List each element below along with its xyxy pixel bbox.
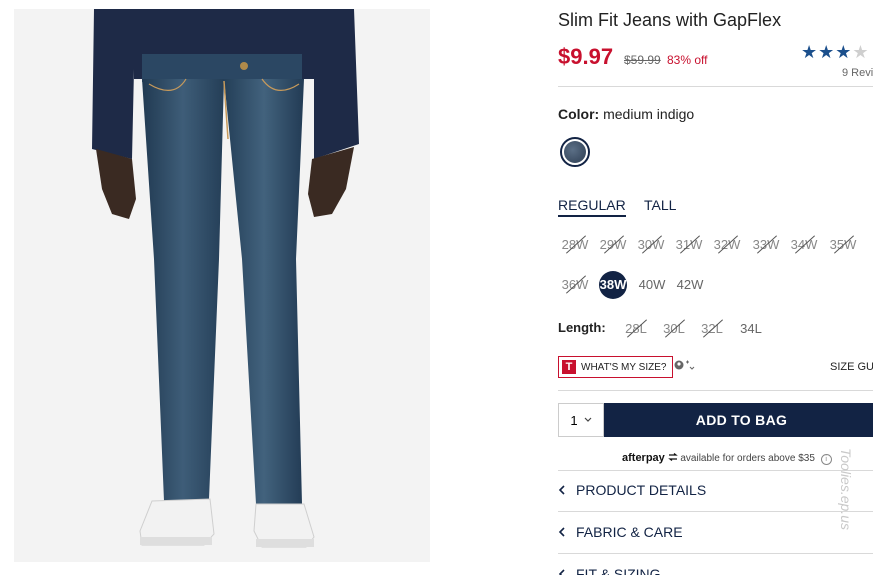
waist-size-option[interactable]: 32W [712,232,742,258]
accordion-label: FABRIC & CARE [576,524,683,540]
waist-size-option[interactable]: 30W [636,232,666,258]
chevron-down-icon [584,415,592,425]
waist-size-option[interactable]: 40W [637,272,667,298]
divider [558,390,873,391]
product-info-panel: Slim Fit Jeans with GapFlex $9.97 $59.99… [558,0,873,575]
product-title: Slim Fit Jeans with GapFlex [558,10,782,30]
length-option[interactable]: 32L [697,316,727,342]
accordion-label: FIT & SIZING [576,566,661,575]
divider [558,511,873,512]
accordion-label: PRODUCT DETAILS [576,482,707,498]
divider [558,470,873,471]
fit-tab-regular[interactable]: REGULAR [558,197,626,217]
size-guide-link[interactable]: SIZE GU [830,361,873,373]
afterpay-arrows-icon [667,453,678,461]
whats-my-size-button[interactable]: T WHAT'S MY SIZE? [558,356,674,378]
add-to-bag-button[interactable]: ADD TO BAG [604,403,873,437]
info-icon[interactable]: i [820,454,832,465]
waist-size-option[interactable]: 29W [598,232,628,258]
product-image [14,9,430,562]
watermark-text: Toolies.ep.us [838,448,854,530]
whats-my-size-label: WHAT'S MY SIZE? [581,361,667,373]
fit-tab-tall[interactable]: TALL [644,197,676,213]
afterpay-text: available for orders above $35 [680,453,815,464]
waist-size-selected[interactable]: 38W [599,271,627,299]
divider [558,86,873,87]
profile-dropdown-icon[interactable] [674,359,696,374]
review-count-link[interactable]: 9 Revi [842,67,873,79]
waist-size-option[interactable]: 33W [751,232,781,258]
quantity-select[interactable]: 1 [558,403,604,437]
truefit-logo-icon: T [562,360,576,374]
color-info: Color: medium indigo [558,106,694,122]
star-filled-icon: ★★★ [801,42,853,62]
waist-size-option[interactable]: 28W [560,232,590,258]
chevron-left-icon [558,566,576,575]
length-option[interactable]: 30L [659,316,689,342]
waist-size-option[interactable]: 35W [828,232,858,258]
accordion-fit-sizing[interactable]: FIT & SIZING [558,566,873,575]
original-price: $59.99 [624,53,661,67]
swatch-fill [564,141,586,163]
length-option[interactable]: 28L [621,316,651,342]
waist-size-option[interactable]: 34W [789,232,819,258]
discount-label: 83% off [667,53,708,67]
color-label: Color: [558,106,600,122]
divider [558,553,873,554]
accordion-product-details[interactable]: PRODUCT DETAILS [558,482,873,498]
quantity-value: 1 [570,412,578,428]
accordion-fabric-care[interactable]: FABRIC & CARE [558,524,873,540]
star-empty-icon: ★ [852,42,870,62]
waist-size-option[interactable]: 36W [560,272,590,298]
waist-size-option[interactable]: 31W [674,232,704,258]
chevron-left-icon [558,524,576,540]
chevron-left-icon [558,482,576,498]
sale-price: $9.97 [558,44,614,69]
length-label: Length: [558,320,606,335]
length-option[interactable]: 34L [736,316,766,342]
afterpay-logo: afterpay [622,452,665,464]
color-swatch-medium-indigo[interactable] [560,137,590,167]
afterpay-notice: afterpay available for orders above $35 … [622,452,832,465]
color-value: medium indigo [603,106,695,122]
rating-stars[interactable]: ★★★★ [801,42,870,63]
waist-size-option[interactable]: 42W [675,272,705,298]
